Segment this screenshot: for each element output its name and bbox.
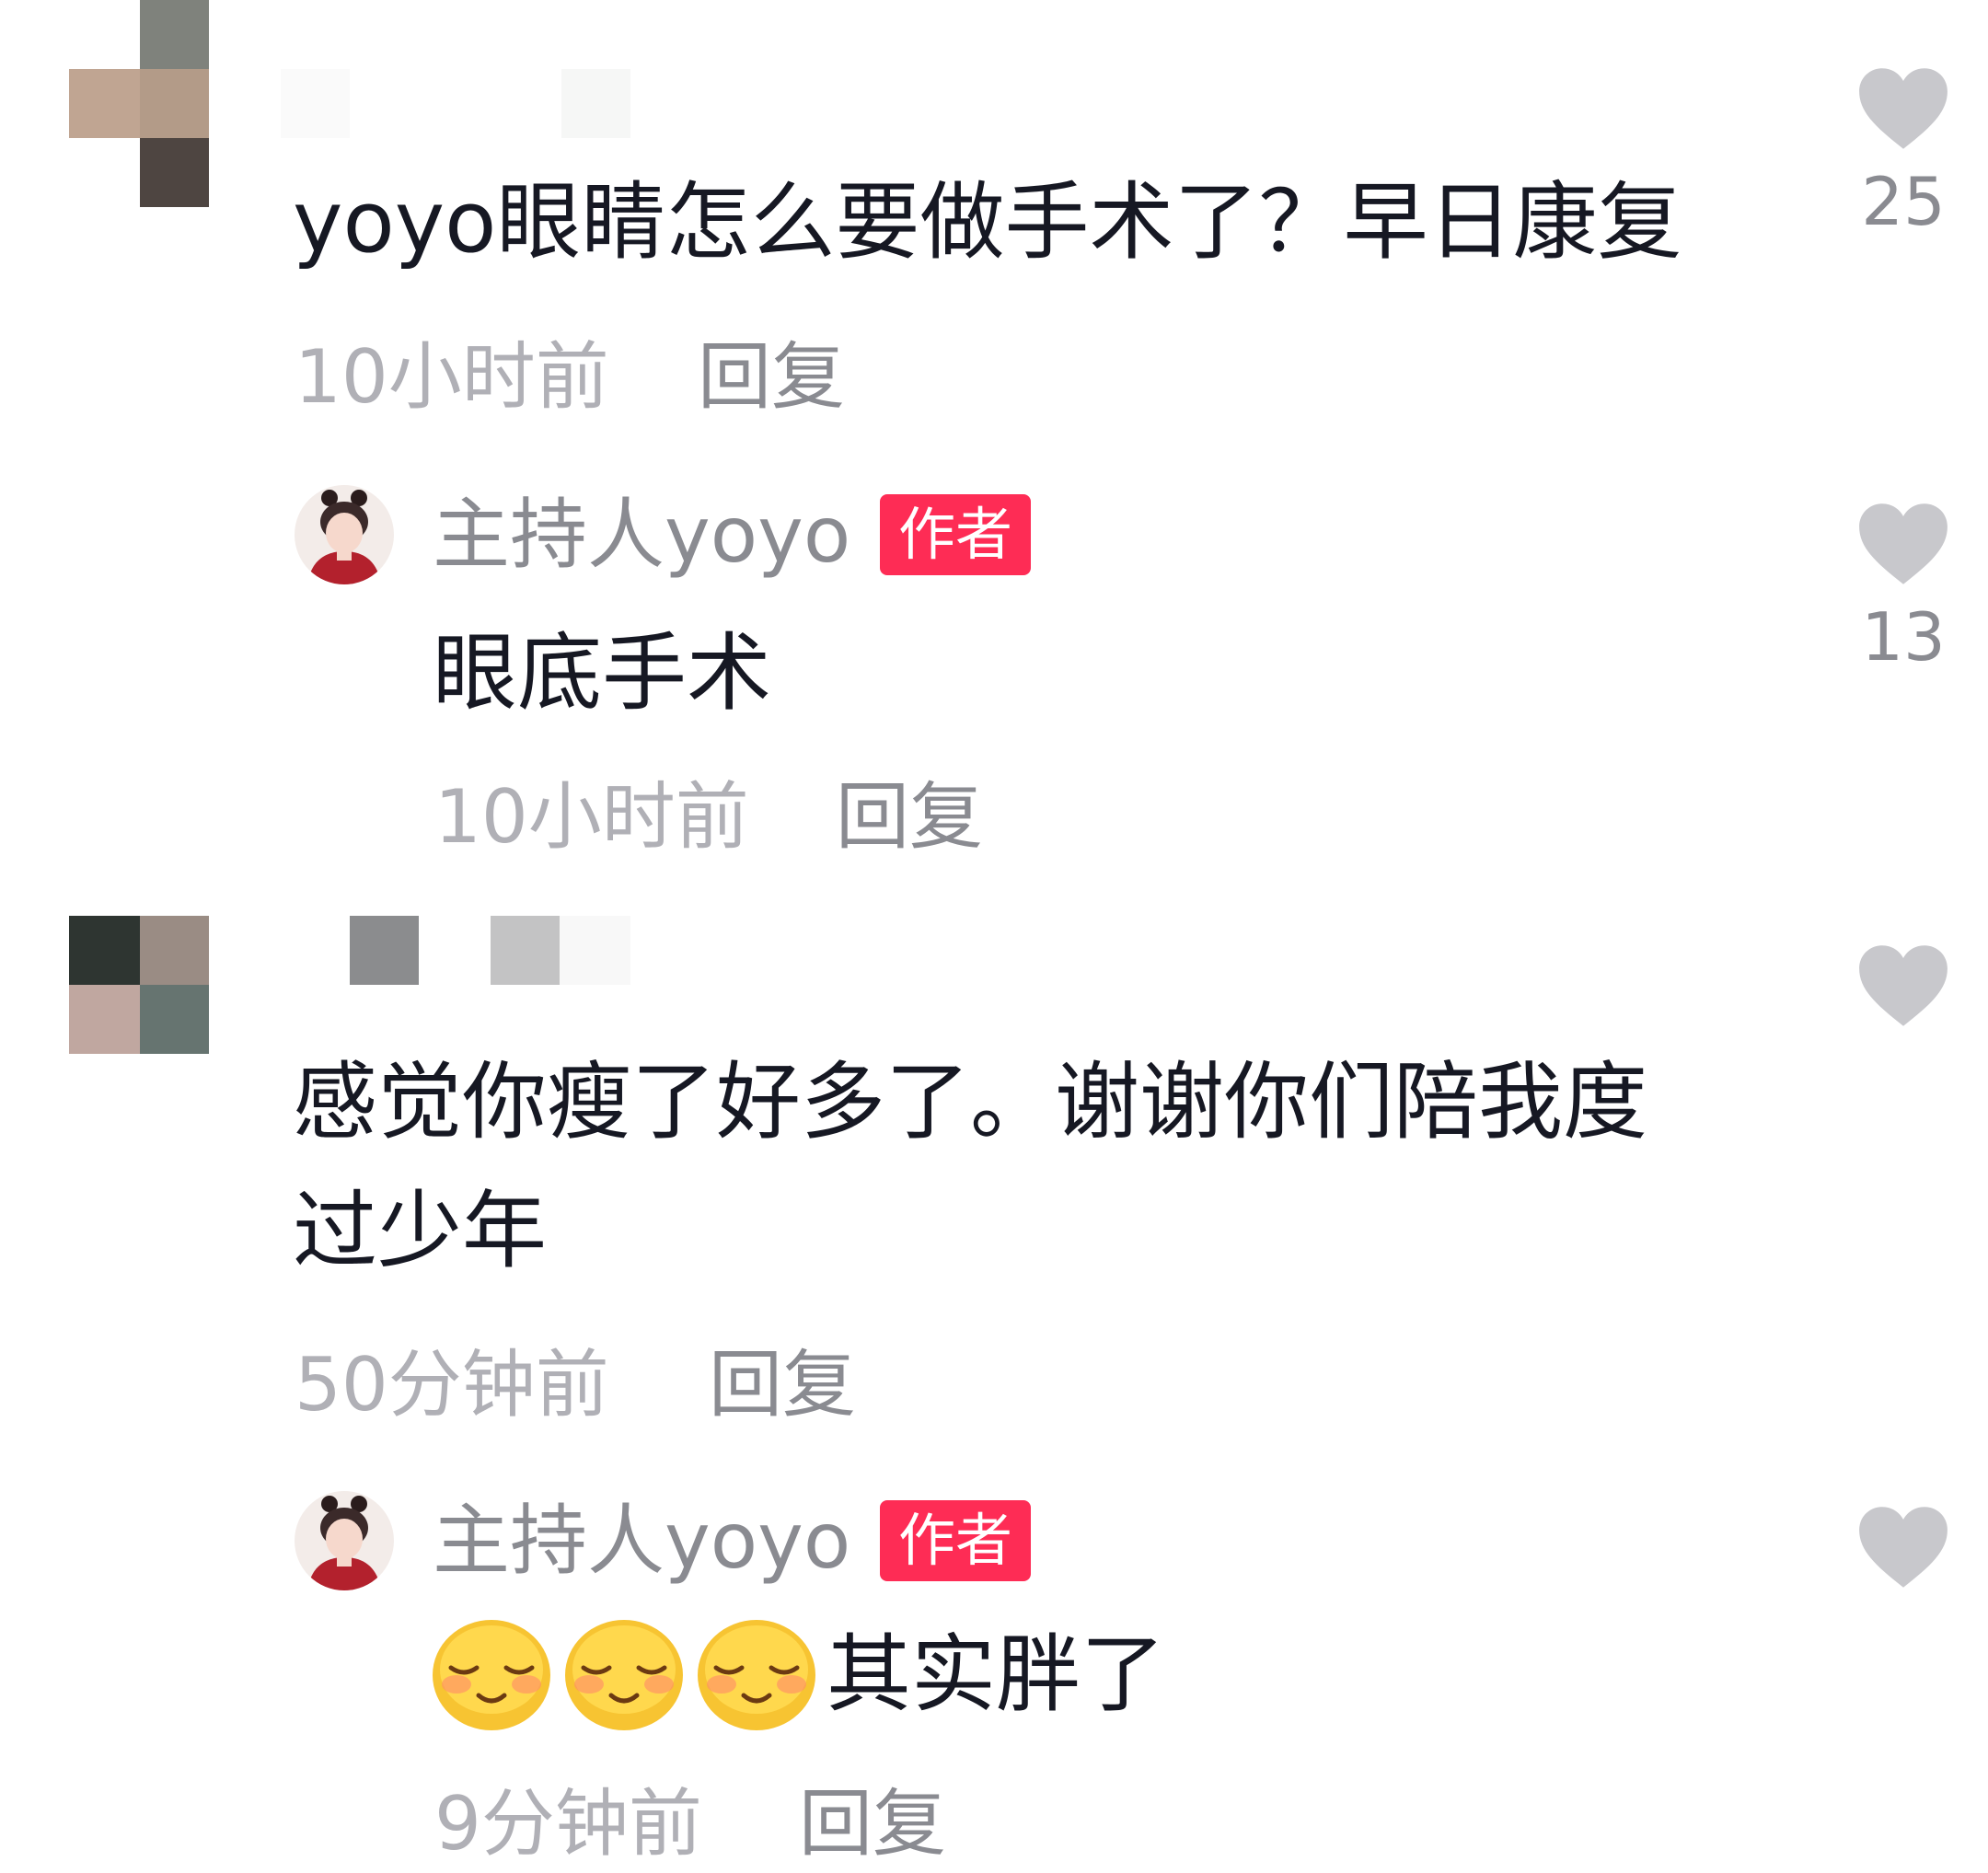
heart-icon: [1859, 68, 1948, 149]
heart-icon: [1859, 503, 1948, 584]
like-count: 13: [1861, 598, 1946, 676]
reply-text: 眼底手术: [433, 624, 772, 723]
avatar[interactable]: [69, 916, 209, 1054]
reply-button[interactable]: 回复: [836, 771, 983, 863]
reply-button[interactable]: 回复: [799, 1778, 946, 1870]
comment-text: 过少年: [293, 1182, 548, 1280]
reply-button[interactable]: 回复: [698, 331, 845, 423]
heart-icon: [1859, 945, 1948, 1026]
shy-smile-emoji: [433, 1620, 550, 1730]
avatar[interactable]: [295, 485, 394, 584]
like-button[interactable]: [1839, 943, 1968, 1037]
author-badge: 作者: [880, 494, 1032, 575]
reply-text: 其实胖了: [826, 1625, 1166, 1724]
avatar-host: [295, 1491, 394, 1590]
comment-time: 10小时前: [295, 334, 609, 420]
comment-text: 感觉你瘦了好多了。谢谢你们陪我度: [293, 1053, 1648, 1151]
reply-content: 其实胖了: [429, 1611, 1165, 1740]
like-button[interactable]: 25: [1839, 66, 1968, 243]
username-blurred[interactable]: [350, 916, 630, 985]
shy-smile-emoji: [565, 1620, 683, 1730]
avatar[interactable]: [295, 1491, 394, 1590]
author-name[interactable]: 主持人yoyo: [433, 1495, 850, 1587]
reply-button[interactable]: 回复: [709, 1339, 856, 1431]
like-button[interactable]: 13: [1839, 502, 1968, 678]
like-count: 25: [1861, 163, 1946, 240]
username-blurred[interactable]: [281, 69, 630, 138]
reply-time: 9分钟前: [434, 1781, 702, 1867]
heart-icon: [1859, 1507, 1948, 1588]
shy-smile-emoji: [698, 1620, 815, 1730]
comment-text: yoyo眼睛怎么要做手术了？早日康复: [293, 173, 1682, 272]
avatar-host: [295, 485, 394, 584]
comment-time: 50分钟前: [295, 1342, 609, 1428]
like-button[interactable]: [1839, 1505, 1968, 1599]
reply-time: 10小时前: [434, 774, 749, 860]
author-name[interactable]: 主持人yoyo: [433, 489, 850, 581]
author-badge: 作者: [880, 1500, 1032, 1581]
avatar[interactable]: [69, 0, 209, 207]
